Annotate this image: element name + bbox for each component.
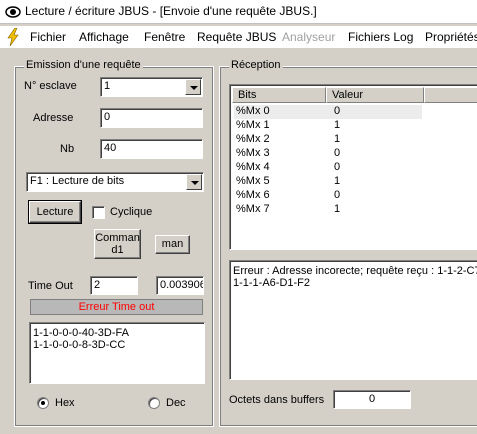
menu-fichier[interactable]: Fichier xyxy=(30,30,66,44)
cyclique-checkbox[interactable] xyxy=(92,206,105,219)
menu-requete-jbus[interactable]: Requête JBUS xyxy=(197,30,276,44)
value-cell: 1 xyxy=(334,133,341,145)
value-cell: 1 xyxy=(334,203,341,215)
table-row[interactable]: %Mx 3 0 xyxy=(234,147,422,161)
table-row[interactable]: %Mx 2 1 xyxy=(234,133,422,147)
bit-cell: %Mx 4 xyxy=(236,161,270,173)
error-status-bar: Erreur Time out xyxy=(30,299,203,315)
esclave-label: N° esclave xyxy=(24,80,77,92)
esclave-select[interactable]: 1 xyxy=(100,77,203,97)
column-header-bits[interactable]: Bits xyxy=(232,87,326,103)
table-row[interactable]: %Mx 1 1 xyxy=(234,119,422,133)
reception-legend: Réception xyxy=(229,59,283,71)
window-title: Lecture / écriture JBUS - [Envoie d'une … xyxy=(25,4,317,18)
bit-cell: %Mx 6 xyxy=(236,189,270,201)
man-button[interactable]: man xyxy=(155,235,190,254)
esclave-value: 1 xyxy=(104,80,111,92)
frames-textarea[interactable]: 1-1-0-0-0-40-3D-FA 1-1-0-0-0-8-3D-CC xyxy=(29,322,205,384)
chevron-down-icon[interactable] xyxy=(186,174,202,190)
lightning-icon[interactable] xyxy=(6,28,20,46)
bits-table[interactable]: Bits Valeur %Mx 00 %Mx 11 %Mx 21 %Mx 30 … xyxy=(229,84,477,250)
dec-radio[interactable] xyxy=(148,397,160,409)
function-value: F1 : Lecture de bits xyxy=(30,175,125,187)
adresse-label: Adresse xyxy=(33,112,74,124)
bit-cell: %Mx 5 xyxy=(236,175,270,187)
nb-label: Nb xyxy=(60,143,75,155)
command1-button[interactable]: Comman d1 xyxy=(94,229,141,259)
table-row[interactable]: %Mx 4 0 xyxy=(234,161,422,175)
title-bar: Lecture / écriture JBUS - [Envoie d'une … xyxy=(0,0,477,24)
eye-icon xyxy=(5,6,21,18)
emission-legend: Emission d'une requête xyxy=(24,59,143,71)
buffers-label: Octets dans buffers xyxy=(229,394,325,406)
menu-analyseur: Analyseur xyxy=(282,30,336,44)
value-cell: 0 xyxy=(334,161,341,173)
radio-selected-dot xyxy=(41,401,45,405)
table-row[interactable]: %Mx 5 1 xyxy=(234,175,422,189)
menu-fenetre[interactable]: Fenêtre xyxy=(144,30,185,44)
bit-cell: %Mx 0 xyxy=(236,105,270,117)
bit-cell: %Mx 3 xyxy=(236,147,270,159)
cyclique-label: Cyclique xyxy=(110,206,153,218)
hex-label: Hex xyxy=(55,397,75,409)
table-row[interactable]: %Mx 7 1 xyxy=(234,203,422,217)
function-select[interactable]: F1 : Lecture de bits xyxy=(26,172,204,192)
value-cell: 1 xyxy=(334,119,341,131)
dec-label: Dec xyxy=(166,397,186,409)
column-header-empty xyxy=(424,87,477,103)
nb-input[interactable]: 40 xyxy=(100,139,203,159)
lecture-button[interactable]: Lecture xyxy=(28,200,82,224)
table-row[interactable]: %Mx 6 0 xyxy=(234,189,422,203)
bit-cell: %Mx 2 xyxy=(236,133,270,145)
error-text: Erreur Time out xyxy=(78,301,155,313)
menu-affichage[interactable]: Affichage xyxy=(79,30,129,44)
menu-bar: Fichier Affichage Fenêtre Requête JBUS A… xyxy=(0,26,477,48)
hex-radio[interactable] xyxy=(37,397,49,409)
menu-fichiers-log[interactable]: Fichiers Log xyxy=(348,30,413,44)
chevron-down-icon[interactable] xyxy=(185,79,201,95)
menu-proprietes[interactable]: Propriétés xyxy=(425,30,477,44)
timeout-input[interactable]: 2 xyxy=(90,276,138,295)
value-cell: 0 xyxy=(334,105,341,117)
buffers-field: 0 xyxy=(333,390,411,409)
value-cell: 0 xyxy=(334,147,341,159)
value-cell: 1 xyxy=(334,175,341,187)
bit-cell: %Mx 1 xyxy=(236,119,270,131)
table-row[interactable]: %Mx 0 0 xyxy=(234,105,422,119)
reception-message-area[interactable]: Erreur : Adresse incorecte; requête reçu… xyxy=(229,260,477,380)
timeout-seconds-field: 0.003906 xyxy=(156,276,204,295)
bit-cell: %Mx 7 xyxy=(236,203,270,215)
adresse-input[interactable]: 0 xyxy=(100,108,203,128)
value-cell: 0 xyxy=(334,189,341,201)
column-header-valeur[interactable]: Valeur xyxy=(326,87,424,103)
timeout-label: Time Out xyxy=(28,280,73,292)
